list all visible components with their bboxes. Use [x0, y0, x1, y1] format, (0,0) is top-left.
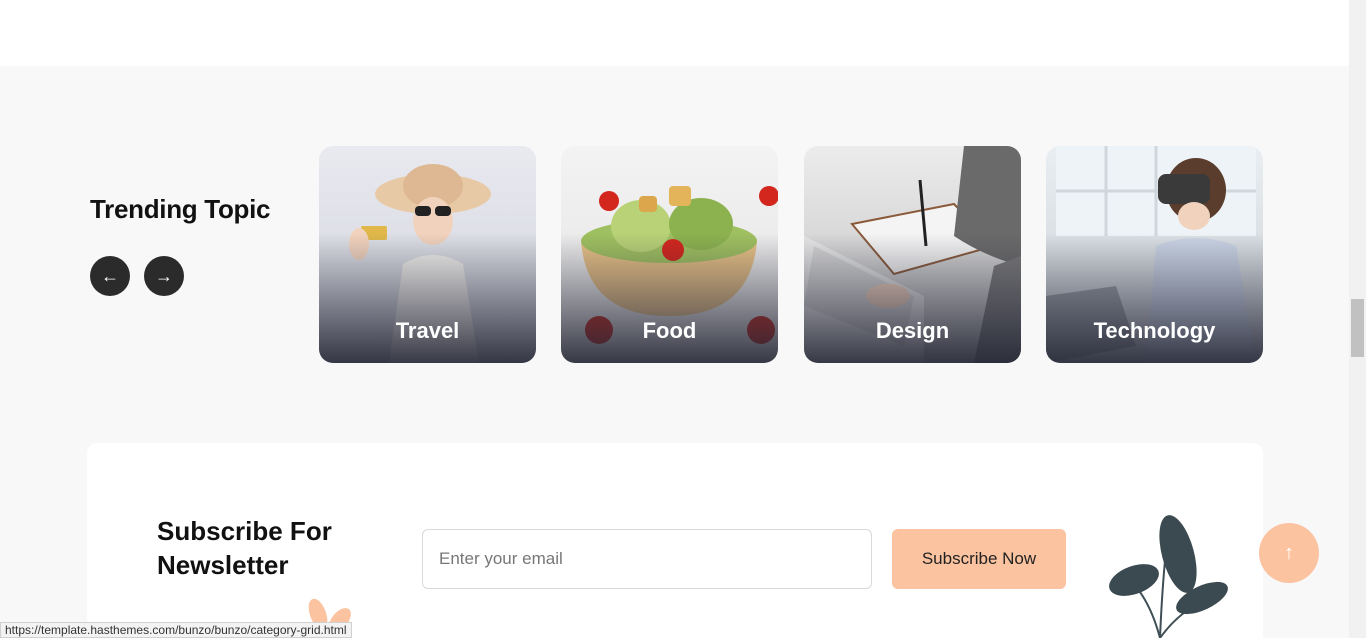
subscribe-button[interactable]: Subscribe Now	[892, 529, 1066, 589]
top-band	[0, 0, 1349, 66]
topic-card-food[interactable]: Food	[561, 146, 778, 363]
arrow-right-icon: →	[155, 265, 173, 286]
card-label: Food	[642, 318, 697, 343]
card-label: Technology	[1093, 318, 1216, 343]
newsletter-title: Subscribe For Newsletter	[157, 516, 332, 580]
carousel-next-button[interactable]: →	[144, 256, 184, 296]
trending-title: Trending Topic	[90, 194, 271, 224]
page-scrollbar[interactable]	[1349, 0, 1366, 638]
card-label: Design	[875, 318, 950, 343]
topic-card-travel[interactable]: Travel	[319, 146, 536, 363]
arrow-left-icon: ←	[101, 265, 119, 286]
scroll-to-top-button[interactable]: ↑	[1259, 523, 1319, 583]
topic-card-technology[interactable]: Technology	[1046, 146, 1263, 363]
card-label: Travel	[395, 318, 460, 343]
scrollbar-thumb[interactable]	[1351, 299, 1364, 357]
plant-decoration-icon	[1109, 515, 1228, 638]
email-input[interactable]	[422, 529, 872, 589]
arrow-up-icon: ↑	[1284, 541, 1294, 564]
status-bar-url: https://template.hasthemes.com/bunzo/bun…	[0, 622, 352, 638]
topic-card-design[interactable]: Design	[804, 146, 1021, 363]
carousel-prev-button[interactable]: ←	[90, 256, 130, 296]
